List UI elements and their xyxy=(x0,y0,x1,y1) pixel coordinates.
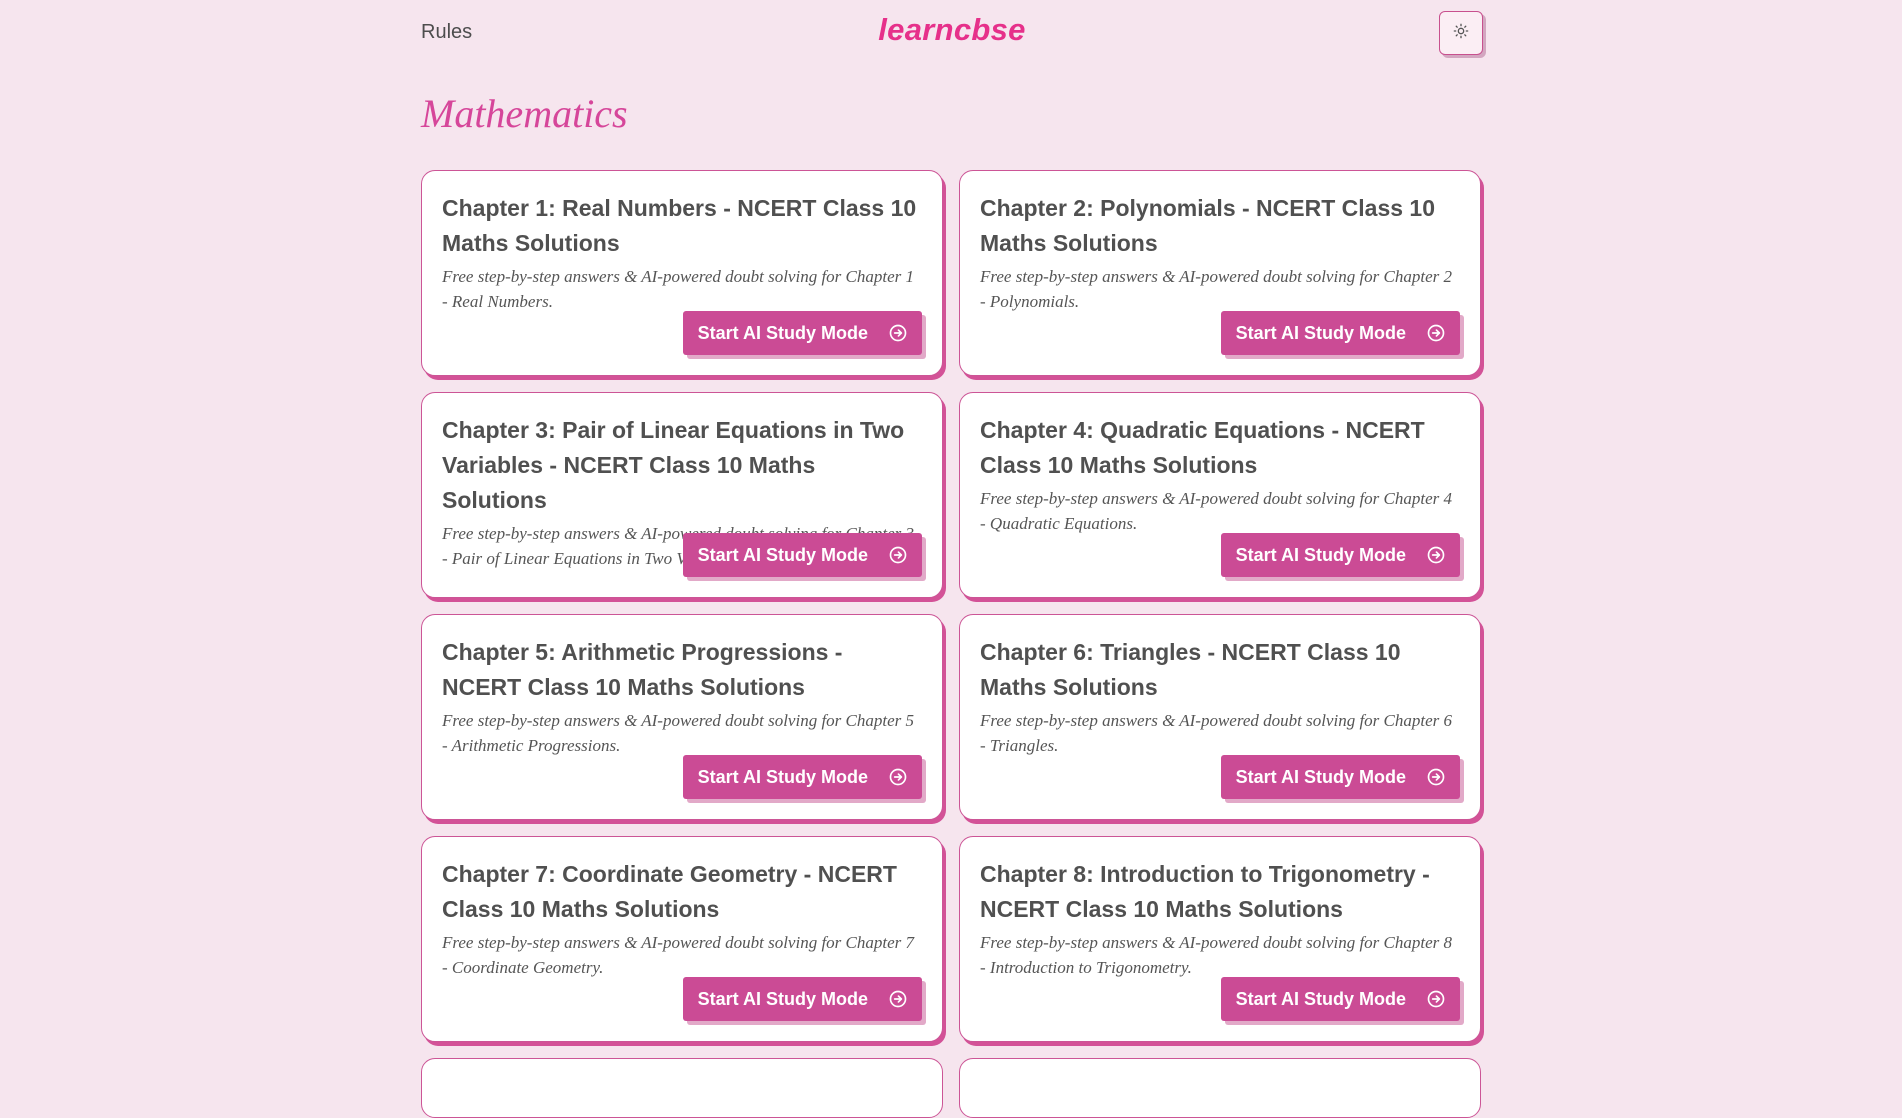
start-ai-study-mode-button[interactable]: Start AI Study Mode xyxy=(682,755,922,799)
arrow-circle-right-icon xyxy=(1426,989,1446,1009)
arrow-circle-right-icon xyxy=(888,323,908,343)
arrow-circle-right-icon xyxy=(888,767,908,787)
chapter-card[interactable]: Chapter 1: Real Numbers - NCERT Class 10… xyxy=(421,170,943,376)
button-label: Start AI Study Mode xyxy=(1235,322,1406,343)
button-label: Start AI Study Mode xyxy=(697,544,868,565)
button-label: Start AI Study Mode xyxy=(1235,766,1406,787)
arrow-circle-right-icon xyxy=(888,545,908,565)
chapter-title[interactable]: Chapter 8: Introduction to Trigonometry … xyxy=(980,857,1460,927)
chapter-card[interactable]: Chapter 6: Triangles - NCERT Class 10 Ma… xyxy=(959,614,1481,820)
chapter-card-partial[interactable] xyxy=(959,1058,1481,1118)
chapter-description: Free step-by-step answers & AI-powered d… xyxy=(442,267,915,311)
content-wrapper: Rules learncbse Mathematics Chapter 1: R… xyxy=(421,0,1483,1118)
chapter-title[interactable]: Chapter 5: Arithmetic Progressions - NCE… xyxy=(442,635,922,705)
start-ai-study-mode-button[interactable]: Start AI Study Mode xyxy=(1220,311,1460,355)
chapter-card[interactable]: Chapter 4: Quadratic Equations - NCERT C… xyxy=(959,392,1481,598)
start-ai-study-mode-button[interactable]: Start AI Study Mode xyxy=(682,533,922,577)
page-title: Mathematics xyxy=(421,91,628,136)
button-label: Start AI Study Mode xyxy=(1235,988,1406,1009)
theme-toggle-button[interactable] xyxy=(1439,11,1483,55)
chapter-card[interactable]: Chapter 3: Pair of Linear Equations in T… xyxy=(421,392,943,598)
chapter-description: Free step-by-step answers & AI-powered d… xyxy=(442,933,915,977)
start-ai-study-mode-button[interactable]: Start AI Study Mode xyxy=(1220,533,1460,577)
chapter-card[interactable]: Chapter 2: Polynomials - NCERT Class 10 … xyxy=(959,170,1481,376)
arrow-circle-right-icon xyxy=(1426,323,1446,343)
chapter-card[interactable]: Chapter 7: Coordinate Geometry - NCERT C… xyxy=(421,836,943,1042)
chapter-description: Free step-by-step answers & AI-powered d… xyxy=(442,711,915,755)
start-ai-study-mode-button[interactable]: Start AI Study Mode xyxy=(1220,977,1460,1021)
chapter-description: Free step-by-step answers & AI-powered d… xyxy=(980,267,1453,311)
button-label: Start AI Study Mode xyxy=(1235,544,1406,565)
button-label: Start AI Study Mode xyxy=(697,766,868,787)
chapter-grid: Chapter 1: Real Numbers - NCERT Class 10… xyxy=(421,170,1483,1042)
chapter-title[interactable]: Chapter 3: Pair of Linear Equations in T… xyxy=(442,413,922,518)
site-logo[interactable]: learncbse xyxy=(421,12,1483,48)
chapter-title[interactable]: Chapter 7: Coordinate Geometry - NCERT C… xyxy=(442,857,922,927)
chapter-title[interactable]: Chapter 6: Triangles - NCERT Class 10 Ma… xyxy=(980,635,1460,705)
start-ai-study-mode-button[interactable]: Start AI Study Mode xyxy=(682,977,922,1021)
button-label: Start AI Study Mode xyxy=(697,988,868,1009)
arrow-circle-right-icon xyxy=(1426,545,1446,565)
chapter-title[interactable]: Chapter 1: Real Numbers - NCERT Class 10… xyxy=(442,191,922,261)
arrow-circle-right-icon xyxy=(1426,767,1446,787)
chapter-card-partial[interactable] xyxy=(421,1058,943,1118)
chapter-title[interactable]: Chapter 2: Polynomials - NCERT Class 10 … xyxy=(980,191,1460,261)
chapter-description: Free step-by-step answers & AI-powered d… xyxy=(980,933,1453,977)
chapter-card[interactable]: Chapter 5: Arithmetic Progressions - NCE… xyxy=(421,614,943,820)
site-header: Rules learncbse xyxy=(421,0,1483,66)
start-ai-study-mode-button[interactable]: Start AI Study Mode xyxy=(682,311,922,355)
chapter-description: Free step-by-step answers & AI-powered d… xyxy=(980,711,1453,755)
button-label: Start AI Study Mode xyxy=(697,322,868,343)
chapter-card[interactable]: Chapter 8: Introduction to Trigonometry … xyxy=(959,836,1481,1042)
start-ai-study-mode-button[interactable]: Start AI Study Mode xyxy=(1220,755,1460,799)
chapter-title[interactable]: Chapter 4: Quadratic Equations - NCERT C… xyxy=(980,413,1460,483)
chapter-description: Free step-by-step answers & AI-powered d… xyxy=(980,489,1453,533)
page: Rules learncbse Mathematics Chapter 1: R… xyxy=(0,0,1902,1118)
sun-icon xyxy=(1453,23,1469,44)
arrow-circle-right-icon xyxy=(888,989,908,1009)
